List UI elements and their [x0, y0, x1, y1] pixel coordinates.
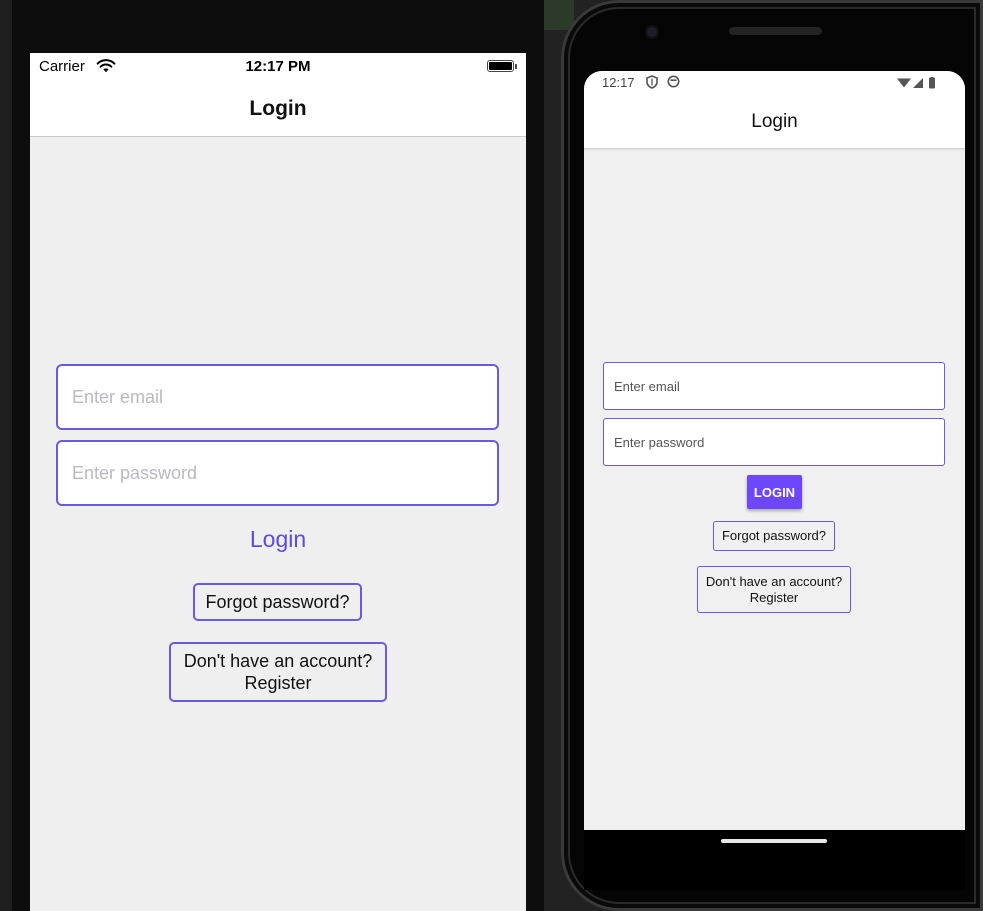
password-input[interactable]: [56, 440, 499, 506]
android-clock: 12:17: [602, 75, 635, 90]
android-app-bar: Login: [584, 95, 965, 149]
page-title: Login: [751, 111, 798, 132]
register-label: Register: [244, 673, 312, 693]
register-prompt: Don't have an account?: [705, 573, 843, 589]
android-status-bar: 12:17: [584, 71, 965, 95]
register-prompt: Don't have an account?: [183, 651, 373, 671]
simulator-edge: [0, 0, 12, 911]
register-button[interactable]: Don't have an account? Register: [169, 642, 387, 702]
password-input[interactable]: [603, 418, 945, 466]
signal-icon: [896, 76, 940, 94]
ios-clock: 12:17 PM: [245, 58, 311, 75]
register-button[interactable]: Don't have an account? Register: [697, 566, 851, 613]
android-screen: 12:17 Login LOGIN Forgot passw: [584, 71, 965, 830]
ios-status-bar: Carrier 12:17 PM: [30, 53, 526, 81]
login-button[interactable]: LOGIN: [747, 475, 802, 509]
ios-screen: Carrier 12:17 PM Login Login Forgot pass…: [30, 53, 526, 911]
speaker-grille: [729, 27, 822, 35]
register-label: Register: [749, 589, 799, 605]
page-title: Login: [249, 97, 307, 120]
camera-icon: [647, 27, 657, 37]
shield-icon: [646, 75, 658, 94]
login-button[interactable]: Login: [30, 526, 526, 553]
ios-simulator-frame: Carrier 12:17 PM Login Login Forgot pass…: [0, 0, 544, 911]
battery-icon: [487, 60, 517, 72]
email-input[interactable]: [56, 364, 499, 430]
circle-icon: [667, 75, 680, 93]
ios-navigation-bar: Login: [30, 81, 526, 137]
home-gesture-bar[interactable]: [721, 839, 827, 843]
forgot-password-button[interactable]: Forgot password?: [193, 583, 362, 621]
forgot-password-button[interactable]: Forgot password?: [713, 521, 835, 551]
email-input[interactable]: [603, 362, 945, 410]
